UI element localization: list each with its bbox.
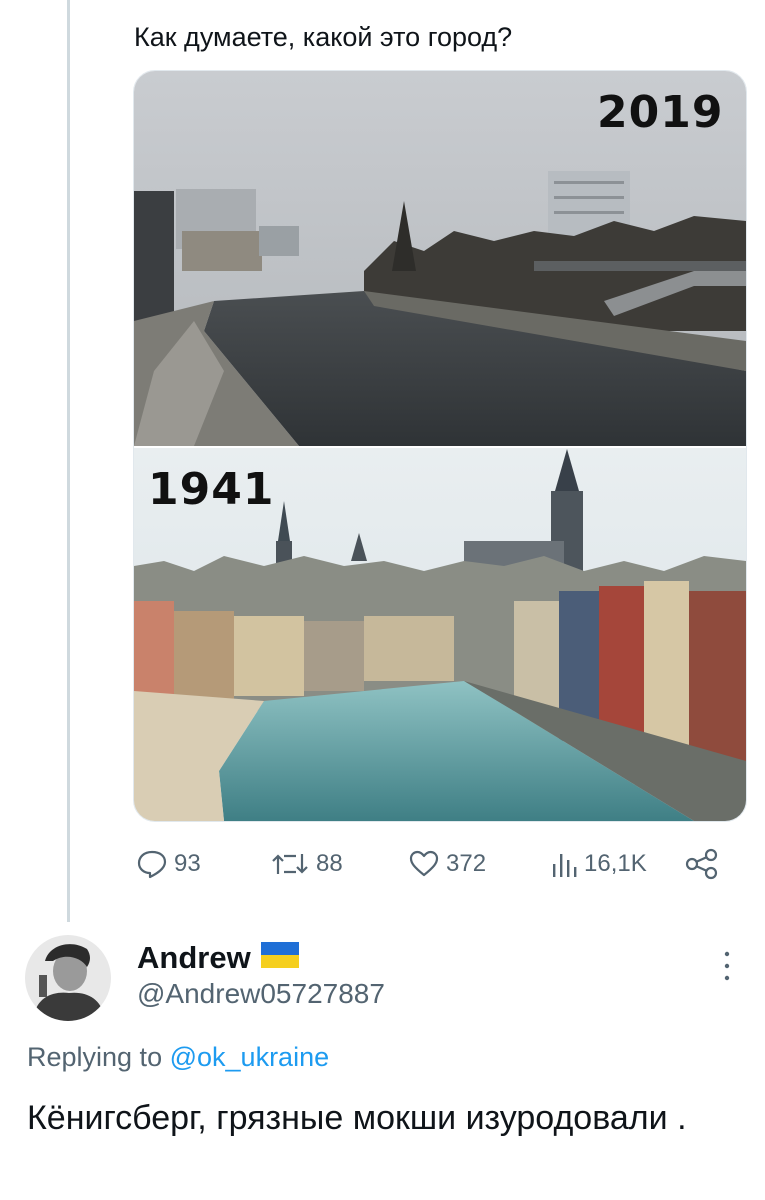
tweet-action-bar: 93 88 372 16,1K (136, 842, 726, 886)
share-icon (684, 848, 720, 880)
views-button[interactable]: 16,1K (550, 842, 647, 886)
replying-to-line: Replying to @ok_ukraine (27, 1042, 329, 1073)
replying-to-mention-link[interactable]: @ok_ukraine (170, 1042, 330, 1072)
share-button[interactable] (684, 842, 720, 886)
like-button[interactable]: 372 (408, 842, 486, 886)
retweet-button[interactable]: 88 (270, 842, 343, 886)
avatar[interactable] (25, 935, 111, 1021)
heart-icon (408, 848, 440, 880)
thread-connector-line (67, 0, 70, 922)
reply-text: Кёнигсберг, грязные мокши изуродовали . (27, 1099, 687, 1137)
views-count: 16,1K (584, 850, 647, 877)
author-name-text: Andrew (137, 940, 251, 975)
reply-icon (136, 848, 168, 880)
reply-button[interactable]: 93 (136, 842, 201, 886)
reply-author-handle[interactable]: @Andrew05727887 (137, 978, 385, 1010)
replying-prefix: Replying to (27, 1042, 163, 1072)
ukraine-flag-icon (260, 940, 299, 976)
retweet-icon (270, 848, 310, 880)
year-label-1941: 1941 (148, 464, 275, 515)
year-label-2019: 2019 (597, 87, 724, 138)
more-options-icon[interactable] (717, 948, 737, 984)
tweet-text: Как думаете, какой это город? (134, 22, 513, 52)
like-count: 372 (446, 850, 487, 877)
views-bar-chart-icon (550, 848, 578, 880)
reply-count: 93 (174, 850, 201, 877)
retweet-count: 88 (316, 850, 343, 877)
reply-author-name[interactable]: Andrew (137, 940, 299, 976)
tweet-media-image[interactable]: 2019 1941 (133, 70, 747, 822)
photo-comparison (134, 71, 746, 821)
